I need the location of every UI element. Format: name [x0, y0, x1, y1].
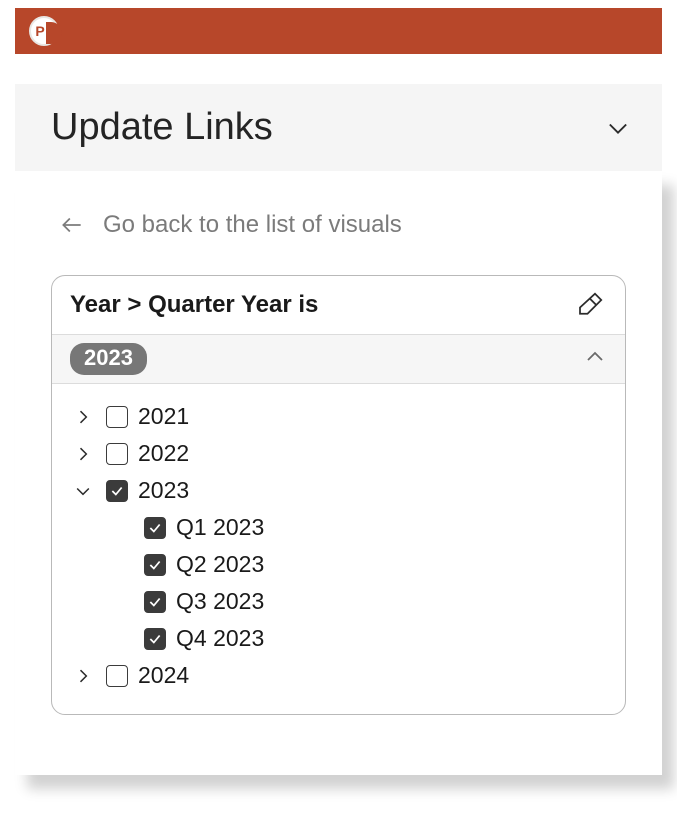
- tree-expand-toggle[interactable]: [70, 441, 96, 467]
- app-titlebar: [15, 8, 662, 54]
- chevron-up-icon: [583, 345, 607, 369]
- check-icon: [110, 484, 124, 498]
- eraser-icon: [575, 290, 605, 320]
- tree-row: 2023: [70, 472, 607, 509]
- check-icon: [148, 632, 162, 646]
- filter-value-badge[interactable]: 2023: [70, 343, 147, 375]
- tree-checkbox[interactable]: [106, 406, 128, 428]
- tree-child-row: Q3 2023: [70, 583, 607, 620]
- check-icon: [148, 521, 162, 535]
- clear-filter-button[interactable]: [575, 290, 605, 320]
- pane-body: Go back to the list of visuals Year > Qu…: [15, 171, 662, 775]
- tree-item-label[interactable]: Q1 2023: [176, 514, 264, 541]
- check-icon: [148, 558, 162, 572]
- tree-item-label[interactable]: 2022: [138, 440, 189, 467]
- tree-checkbox[interactable]: [144, 554, 166, 576]
- tree-row: 2021: [70, 398, 607, 435]
- tree-child-row: Q4 2023: [70, 620, 607, 657]
- tree-item-label[interactable]: 2021: [138, 403, 189, 430]
- update-links-pane: Update Links Go back to the list of visu…: [15, 84, 662, 775]
- pane-collapse-button[interactable]: [604, 114, 632, 142]
- chevron-right-icon: [73, 666, 93, 686]
- tree-checkbox[interactable]: [144, 591, 166, 613]
- tree-checkbox[interactable]: [144, 517, 166, 539]
- filter-collapse-button[interactable]: [583, 345, 607, 374]
- tree-item-label[interactable]: Q3 2023: [176, 588, 264, 615]
- pane-header: Update Links: [15, 84, 662, 171]
- tree-expand-toggle[interactable]: [70, 663, 96, 689]
- arrow-left-icon: [59, 212, 85, 238]
- filter-summary-row: 2023: [52, 334, 625, 384]
- filter-card: Year > Quarter Year is 2023: [51, 275, 626, 715]
- filter-title: Year > Quarter Year is: [70, 291, 318, 319]
- back-link-label: Go back to the list of visuals: [103, 211, 402, 239]
- check-icon: [148, 595, 162, 609]
- tree-item-label[interactable]: Q4 2023: [176, 625, 264, 652]
- chevron-down-icon: [73, 481, 93, 501]
- tree-child-row: Q1 2023: [70, 509, 607, 546]
- tree-expand-toggle[interactable]: [70, 404, 96, 430]
- powerpoint-logo: [29, 16, 59, 46]
- tree-checkbox[interactable]: [106, 443, 128, 465]
- filter-header: Year > Quarter Year is: [52, 276, 625, 334]
- pane-title: Update Links: [51, 106, 273, 149]
- tree-row: 2024: [70, 657, 607, 694]
- chevron-right-icon: [73, 444, 93, 464]
- tree-child-row: Q2 2023: [70, 546, 607, 583]
- tree-item-label[interactable]: Q2 2023: [176, 551, 264, 578]
- tree-item-label[interactable]: 2023: [138, 477, 189, 504]
- back-link[interactable]: Go back to the list of visuals: [59, 211, 626, 239]
- tree-expand-toggle[interactable]: [70, 478, 96, 504]
- tree-checkbox[interactable]: [106, 665, 128, 687]
- tree-row: 2022: [70, 435, 607, 472]
- chevron-right-icon: [73, 407, 93, 427]
- tree-checkbox[interactable]: [106, 480, 128, 502]
- tree-item-label[interactable]: 2024: [138, 662, 189, 689]
- tree-checkbox[interactable]: [144, 628, 166, 650]
- year-tree: 2021 2022 2023 Q1 2023 Q2 2023 Q3 2023 Q4 2023…: [52, 384, 625, 714]
- chevron-down-icon: [604, 114, 632, 142]
